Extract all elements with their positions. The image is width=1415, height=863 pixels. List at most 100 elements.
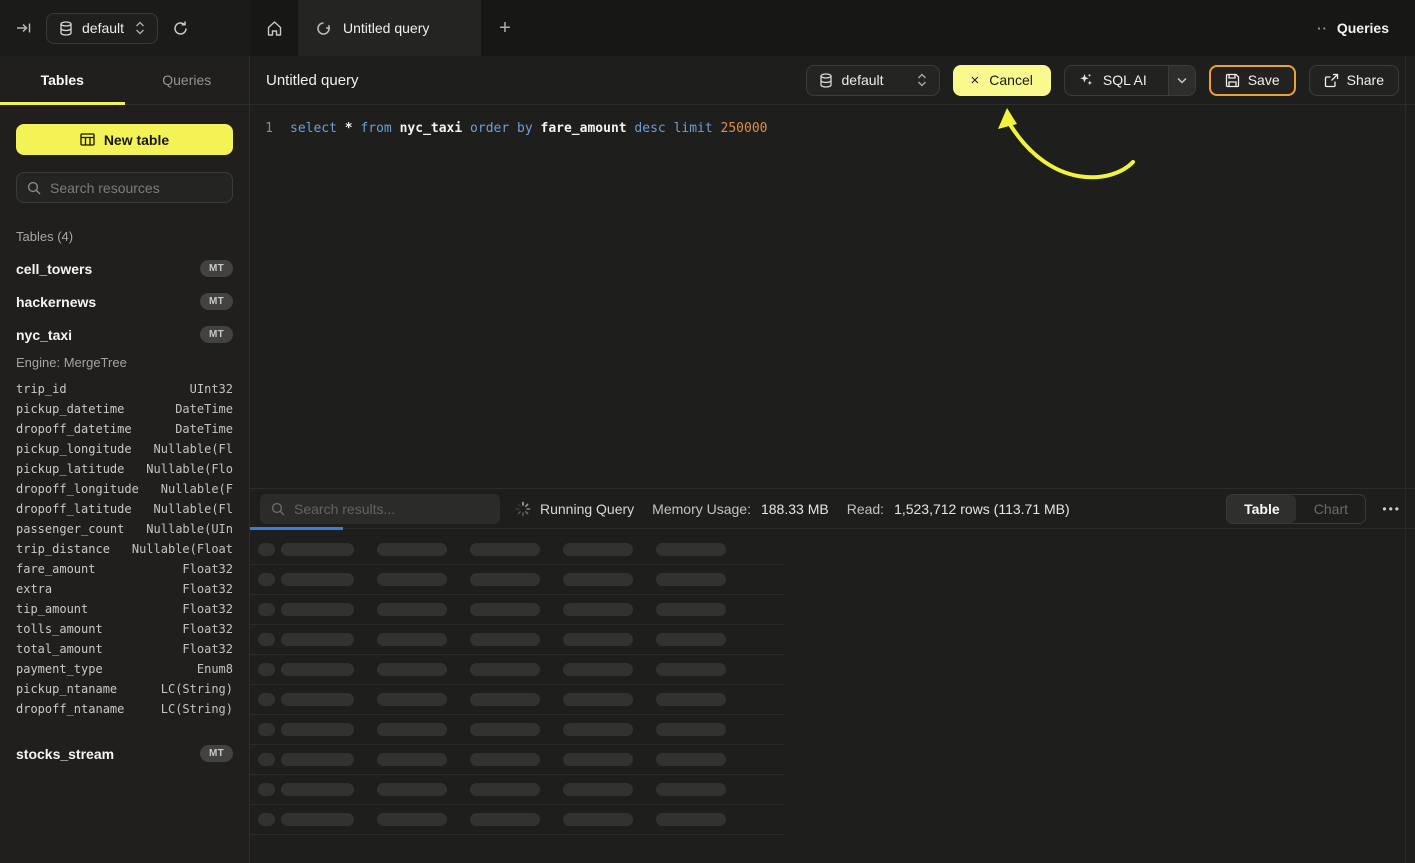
search-icon	[27, 181, 41, 195]
skeleton-cell	[563, 663, 633, 676]
scrollbar-gutter[interactable]	[1405, 56, 1406, 863]
column-type: Float32	[182, 582, 233, 602]
new-table-button[interactable]: New table	[16, 124, 233, 155]
sql-token: limit	[674, 121, 713, 136]
sql-token: by	[517, 121, 533, 136]
tab-untitled-query[interactable]: Untitled query	[298, 0, 481, 56]
sql-token: order	[470, 121, 509, 136]
engine-badge: MT	[200, 293, 233, 310]
skeleton-cell	[470, 753, 540, 766]
skeleton-cell	[258, 633, 275, 646]
column-type: LC(String)	[161, 682, 233, 702]
sidebar-tab-tables[interactable]: Tables	[0, 56, 125, 104]
table-item-nyc-taxi[interactable]: nyc_taxi MT	[16, 318, 233, 351]
table-item-hackernews[interactable]: hackernews MT	[16, 285, 233, 318]
skeleton-cell	[281, 543, 354, 556]
skeleton-row	[250, 625, 785, 655]
table-name: hackernews	[16, 294, 96, 310]
skeleton-cell	[563, 723, 633, 736]
new-tab-button[interactable]: +	[481, 0, 529, 56]
table-item-cell-towers[interactable]: cell_towers MT	[16, 252, 233, 285]
skeleton-cell	[377, 543, 447, 556]
share-icon	[1324, 73, 1339, 88]
cancel-button[interactable]: × Cancel	[953, 65, 1051, 96]
tab-strip: Untitled query + ·· Queries	[250, 0, 1415, 56]
results-search-input[interactable]	[294, 501, 489, 517]
column-name: pickup_datetime	[16, 402, 124, 422]
skeleton-cell	[377, 783, 447, 796]
share-button[interactable]: Share	[1309, 65, 1399, 96]
column-row: dropoff_latitudeNullable(Fl	[16, 502, 233, 522]
skeleton-cell	[470, 663, 540, 676]
sql-editor[interactable]: 1 select*fromnyc_taxiorderbyfare_amountd…	[250, 105, 1415, 488]
skeleton-cell	[377, 723, 447, 736]
topbar-database-selector[interactable]: default	[46, 13, 158, 44]
view-toggle-table[interactable]: Table	[1227, 495, 1296, 523]
topbar-database-value: default	[82, 20, 124, 36]
results-search[interactable]	[260, 494, 500, 524]
column-type: DateTime	[175, 422, 233, 442]
resource-search-input[interactable]	[50, 180, 222, 196]
skeleton-cell	[281, 663, 354, 676]
skeleton-row	[250, 805, 785, 835]
skeleton-cell	[258, 543, 275, 556]
sql-ai-dropdown[interactable]	[1168, 66, 1195, 95]
column-name: trip_id	[16, 382, 67, 402]
skeleton-cell	[258, 813, 275, 826]
sql-ai-main[interactable]: SQL AI	[1065, 66, 1160, 95]
home-icon	[266, 20, 283, 37]
column-name: fare_amount	[16, 562, 95, 582]
skeleton-cell	[656, 783, 726, 796]
skeleton-cell	[377, 693, 447, 706]
column-row: trip_distanceNullable(Float	[16, 542, 233, 562]
column-row: passenger_countNullable(UIn	[16, 522, 233, 542]
line-number: 1	[250, 120, 273, 138]
queries-link[interactable]: ·· Queries	[1291, 0, 1415, 56]
resource-search[interactable]	[16, 172, 233, 203]
column-name: pickup_ntaname	[16, 682, 117, 702]
query-database-selector[interactable]: default	[806, 65, 940, 96]
skeleton-cell	[258, 693, 275, 706]
topbar: default Untitled query +	[0, 0, 1415, 56]
column-row: pickup_ntaname LC(String)	[16, 682, 233, 702]
database-icon	[59, 21, 73, 36]
column-name: tip_amount	[16, 602, 88, 622]
skeleton-cell	[281, 723, 354, 736]
sql-token: select	[290, 121, 337, 136]
column-row: dropoff_datetime DateTime	[16, 422, 233, 442]
column-type: Nullable(Fl	[154, 442, 233, 462]
skeleton-cell	[563, 693, 633, 706]
refresh-icon[interactable]	[172, 20, 189, 37]
chevron-updown-icon	[135, 21, 145, 35]
skeleton-cell	[563, 783, 633, 796]
sql-ai-label: SQL AI	[1103, 72, 1147, 88]
column-name: payment_type	[16, 662, 103, 682]
sidebar-tab-queries[interactable]: Queries	[125, 56, 250, 104]
save-button[interactable]: Save	[1209, 65, 1296, 96]
column-row: pickup_latitudeNullable(Flo	[16, 462, 233, 482]
skeleton-cell	[563, 633, 633, 646]
view-toggle-chart[interactable]: Chart	[1296, 495, 1365, 523]
status-text: Running Query	[540, 501, 634, 517]
more-options-button[interactable]: •••	[1378, 502, 1405, 516]
results-panel: Running Query Memory Usage: 188.33 MB Re…	[250, 488, 1415, 863]
engine-info: Engine: MergeTree	[16, 355, 233, 370]
skeleton-cell	[281, 753, 354, 766]
column-row: dropoff_longitudeNullable(F	[16, 482, 233, 502]
home-tab[interactable]	[250, 0, 298, 56]
skeleton-cell	[281, 693, 354, 706]
tab-label: Untitled query	[343, 20, 429, 36]
sql-token: nyc_taxi	[400, 121, 463, 136]
skeleton-cell	[470, 693, 540, 706]
column-name: dropoff_datetime	[16, 422, 132, 442]
collapse-sidebar-icon[interactable]	[16, 20, 32, 36]
skeleton-cell	[470, 633, 540, 646]
topbar-spacer	[529, 0, 1291, 56]
skeleton-cell	[258, 603, 275, 616]
skeleton-cell	[377, 753, 447, 766]
sql-ai-button[interactable]: SQL AI	[1064, 65, 1196, 96]
main-panel: Untitled query default × Cancel	[250, 56, 1415, 863]
read-stat: Read: 1,523,712 rows (113.71 MB)	[847, 501, 1070, 517]
skeleton-cell	[563, 753, 633, 766]
table-item-stocks-stream[interactable]: stocks_stream MT	[16, 737, 233, 770]
